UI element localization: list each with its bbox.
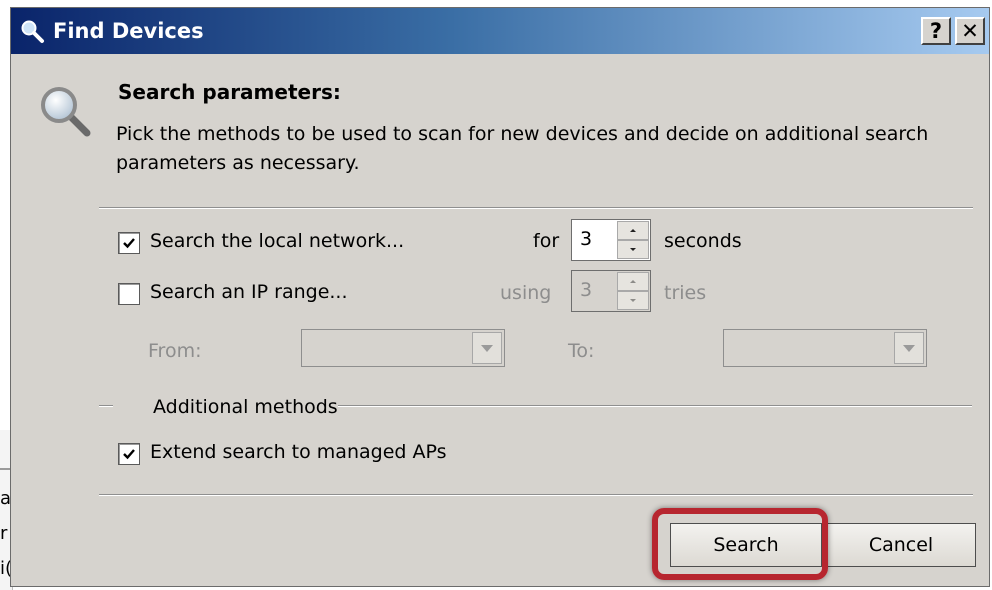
from-dropdown[interactable]: [301, 329, 505, 367]
spin-down-icon[interactable]: [617, 291, 649, 310]
ip-range-checkbox[interactable]: [118, 283, 140, 305]
seconds-unit-label: seconds: [664, 230, 742, 252]
cancel-button[interactable]: Cancel: [826, 523, 976, 567]
chevron-down-icon[interactable]: [472, 332, 502, 364]
from-label: From:: [148, 340, 202, 362]
title-bar[interactable]: Find Devices ? ✕: [11, 8, 989, 54]
to-dropdown[interactable]: [723, 329, 927, 367]
chevron-down-icon[interactable]: [894, 332, 924, 364]
checkmark-icon: [123, 238, 135, 249]
for-label: for: [533, 230, 560, 252]
group-line-left: [99, 405, 113, 407]
top-separator: [99, 207, 973, 209]
bottom-separator: [99, 494, 973, 496]
additional-methods-label: Additional methods: [153, 396, 338, 418]
magnifier-icon: [21, 20, 44, 43]
seconds-value[interactable]: 3: [580, 228, 592, 250]
seconds-spinbox[interactable]: 3: [571, 219, 651, 261]
local-network-label[interactable]: Search the local network...: [150, 230, 404, 252]
search-button[interactable]: Search: [670, 523, 822, 567]
find-devices-dialog: Find Devices ? ✕ Search parameters: Pick…: [10, 7, 990, 587]
close-button[interactable]: ✕: [955, 17, 985, 45]
window-title: Find Devices: [53, 19, 204, 43]
local-network-checkbox[interactable]: [118, 232, 140, 254]
section-description: Pick the methods to be used to scan for …: [116, 123, 929, 174]
extend-search-checkbox[interactable]: [118, 443, 140, 465]
section-heading: Search parameters:: [118, 80, 341, 104]
group-line-right: [338, 405, 972, 407]
search-magnifier-icon: [41, 87, 91, 137]
tries-unit-label: tries: [664, 282, 707, 304]
using-label: using: [500, 282, 552, 304]
tries-spinbox[interactable]: 3: [571, 270, 651, 312]
tries-value[interactable]: 3: [580, 279, 592, 301]
extend-search-label[interactable]: Extend search to managed APs: [150, 441, 447, 463]
checkmark-icon: [123, 449, 135, 460]
ip-range-label[interactable]: Search an IP range...: [150, 281, 348, 303]
spin-up-icon[interactable]: [617, 272, 649, 291]
to-label: To:: [568, 340, 595, 362]
help-button[interactable]: ?: [921, 17, 951, 45]
background-text: r: [0, 523, 8, 544]
spin-up-icon[interactable]: [617, 221, 649, 240]
spin-down-icon[interactable]: [617, 240, 649, 259]
